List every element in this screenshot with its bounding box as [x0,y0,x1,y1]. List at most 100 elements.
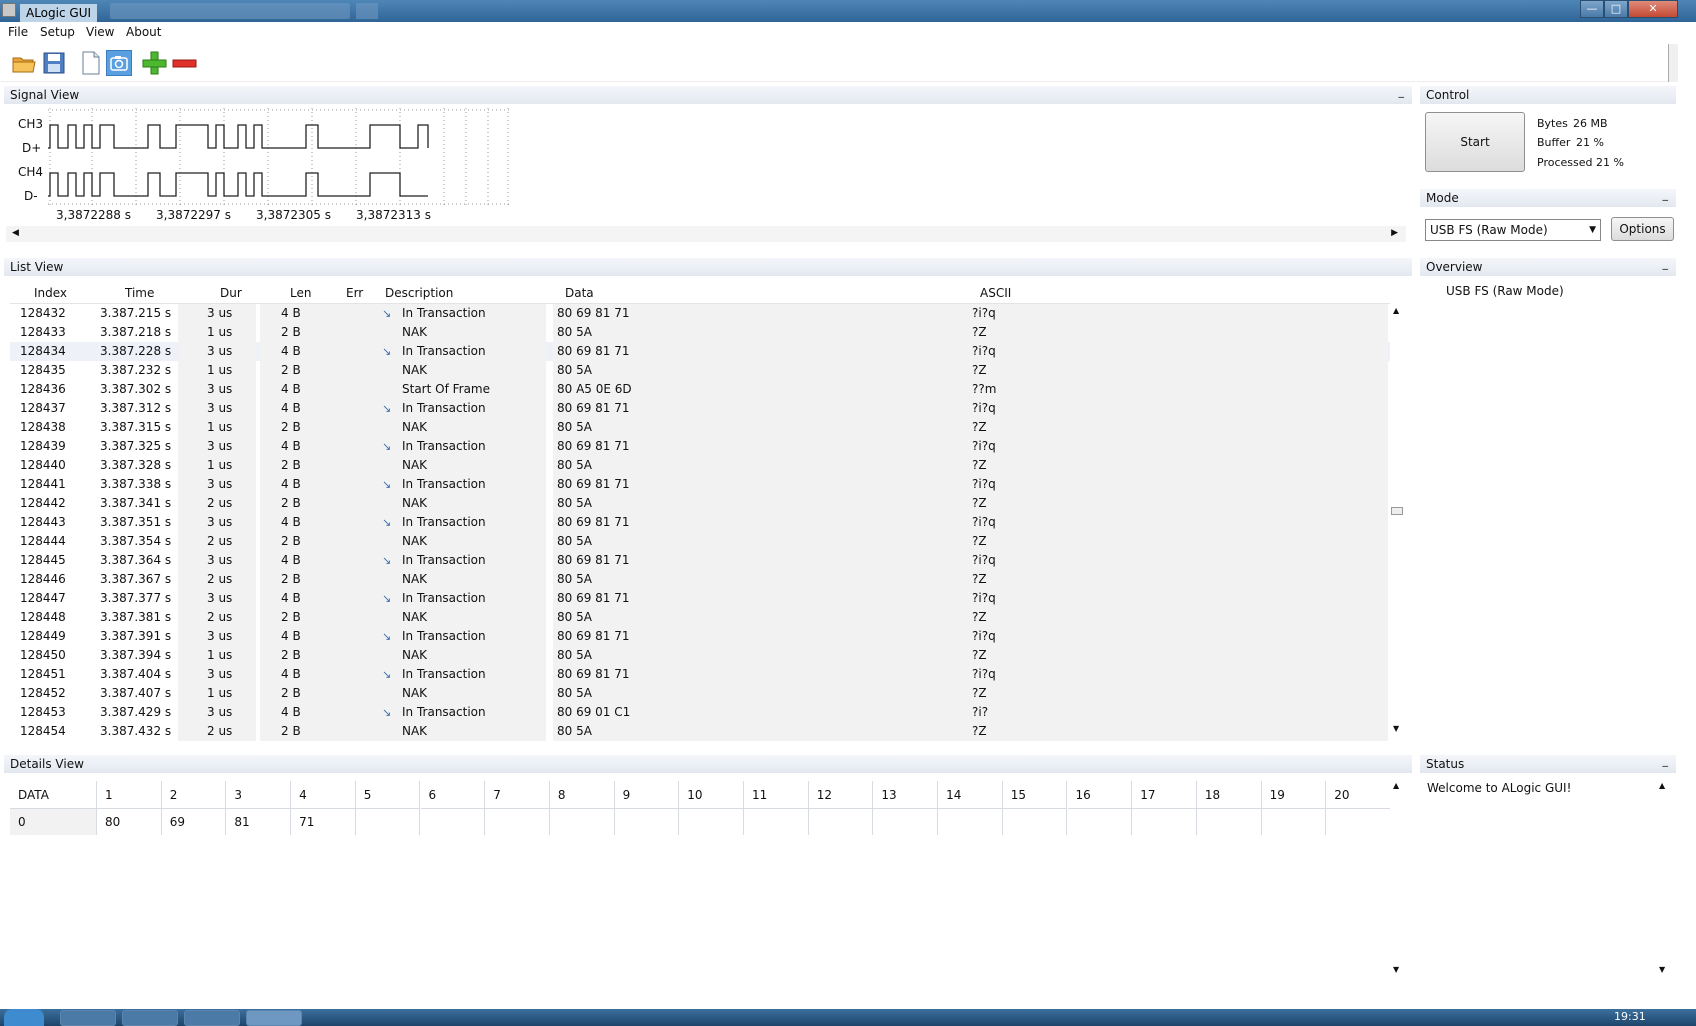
table-row[interactable]: 128454 3.387.432 s 2 us 2 B NAK 80 5A ?Z [10,722,1390,741]
explorer-task-icon[interactable] [60,1010,116,1026]
table-row[interactable]: ↘ 128437 3.387.312 s 3 us 4 B In Transaction 8… [10,399,1390,418]
waveform-display[interactable] [48,108,510,206]
column-header-err[interactable]: Err [346,286,363,306]
details-cell[interactable] [744,809,809,835]
table-row[interactable]: 128442 3.387.341 s 2 us 2 B NAK 80 5A ?Z [10,494,1390,513]
column-header-time[interactable]: Time [125,286,154,306]
scroll-up-icon[interactable]: ▲ [1393,306,1399,315]
table-row[interactable]: ↘ 128439 3.387.325 s 3 us 4 B In Transaction 8… [10,437,1390,456]
table-row[interactable]: ↘ 128445 3.387.364 s 3 us 4 B In Transaction 8… [10,551,1390,570]
add-channel-icon[interactable] [141,50,167,76]
new-document-icon[interactable] [78,50,104,76]
table-row[interactable]: 128440 3.387.328 s 1 us 2 B NAK 80 5A ?Z [10,456,1390,475]
mode-minimize[interactable]: _ [1663,186,1669,204]
details-cell[interactable] [1262,809,1327,835]
details-cell[interactable] [550,809,615,835]
paint-task-icon[interactable] [184,1010,240,1026]
snapshot-camera-icon[interactable] [106,50,132,76]
browser-task-icon[interactable] [122,1010,178,1026]
scroll-right-icon[interactable]: ▶ [1391,228,1398,238]
transaction-expand-icon[interactable]: ↘ [382,440,391,453]
details-cell[interactable] [485,809,550,835]
transaction-expand-icon[interactable]: ↘ [382,668,391,681]
table-row[interactable]: ↘ 128443 3.387.351 s 3 us 4 B In Transaction 8… [10,513,1390,532]
column-header-ascii[interactable]: ASCII [980,286,1011,306]
table-row[interactable]: 128435 3.387.232 s 1 us 2 B NAK 80 5A ?Z [10,361,1390,380]
mode-select[interactable]: USB FS (Raw Mode) ▼ [1425,219,1601,241]
minimize-window-icon[interactable]: — [1580,0,1604,18]
details-vertical-scrollbar[interactable]: ▲ ▼ [1390,779,1404,979]
details-cell[interactable] [356,809,421,835]
column-header-dur[interactable]: Dur [220,286,242,306]
details-cell[interactable]: 80 [97,809,162,835]
scroll-up-icon[interactable]: ▲ [1393,781,1399,790]
save-icon[interactable] [41,50,67,76]
app-icon[interactable] [2,3,16,17]
transaction-expand-icon[interactable]: ↘ [382,706,391,719]
open-folder-icon[interactable] [11,50,37,76]
transaction-expand-icon[interactable]: ↘ [382,478,391,491]
table-row[interactable]: 128438 3.387.315 s 1 us 2 B NAK 80 5A ?Z [10,418,1390,437]
signal-horizontal-scrollbar[interactable]: ◀ ▶ [6,226,1406,242]
table-row[interactable]: ↘ 128432 3.387.215 s 3 us 4 B In Transaction 8… [10,304,1390,323]
scroll-up-icon[interactable]: ▲ [1659,781,1665,790]
details-cell[interactable] [1326,809,1391,835]
details-cell[interactable]: 0 [10,809,97,835]
menu-view[interactable]: View [86,25,114,39]
list-vertical-scrollbar[interactable]: ▲ ▼ [1390,304,1404,736]
table-row[interactable]: 128436 3.387.302 s 3 us 4 B Start Of Frame 80… [10,380,1390,399]
table-row[interactable]: 128446 3.387.367 s 2 us 2 B NAK 80 5A ?Z [10,570,1390,589]
table-row[interactable]: 128433 3.387.218 s 1 us 2 B NAK 80 5A ?Z [10,323,1390,342]
table-row[interactable]: 128444 3.387.354 s 2 us 2 B NAK 80 5A ?Z [10,532,1390,551]
column-header-len[interactable]: Len [290,286,311,306]
table-row[interactable]: ↘ 128434 3.387.228 s 3 us 4 B In Transaction 8… [10,342,1390,361]
overview-minimize[interactable]: _ [1663,255,1669,273]
transaction-expand-icon[interactable]: ↘ [382,402,391,415]
column-header-data[interactable]: Data [565,286,594,306]
details-cell[interactable] [873,809,939,835]
status-vertical-scrollbar[interactable]: ▲ ▼ [1656,779,1670,979]
overview-item[interactable]: USB FS (Raw Mode) [1446,284,1564,298]
details-cell[interactable] [679,809,744,835]
transaction-expand-icon[interactable]: ↘ [382,307,391,320]
remove-channel-icon[interactable] [171,50,197,76]
transaction-expand-icon[interactable]: ↘ [382,345,391,358]
transaction-expand-icon[interactable]: ↘ [382,516,391,529]
scroll-left-icon[interactable]: ◀ [12,228,19,238]
close-window-icon[interactable]: ✕ [1628,0,1678,18]
table-row[interactable]: 128448 3.387.381 s 2 us 2 B NAK 80 5A ?Z [10,608,1390,627]
column-header-index[interactable]: Index [34,286,67,306]
details-cell[interactable] [421,809,486,835]
details-cell[interactable] [809,809,874,835]
transaction-expand-icon[interactable]: ↘ [382,554,391,567]
start-button[interactable]: Start [1425,112,1525,172]
details-cell[interactable] [1197,809,1262,835]
menu-about[interactable]: About [126,25,161,39]
details-cell[interactable]: 69 [162,809,227,835]
table-row[interactable]: ↘ 128441 3.387.338 s 3 us 4 B In Transaction 8… [10,475,1390,494]
details-cell[interactable] [615,809,680,835]
table-row[interactable]: ↘ 128453 3.387.429 s 3 us 4 B In Transaction 8… [10,703,1390,722]
table-row[interactable]: 128450 3.387.394 s 1 us 2 B NAK 80 5A ?Z [10,646,1390,665]
transaction-expand-icon[interactable]: ↘ [382,592,391,605]
start-menu-icon[interactable] [4,1009,44,1026]
table-row[interactable]: 128452 3.387.407 s 1 us 2 B NAK 80 5A ?Z [10,684,1390,703]
scroll-down-icon[interactable]: ▼ [1659,965,1665,974]
scroll-thumb[interactable] [1391,507,1403,515]
alogic-task-icon[interactable] [246,1010,302,1026]
status-minimize[interactable]: _ [1663,752,1669,770]
signal-view-minimize[interactable]: _ [1399,83,1405,101]
scroll-down-icon[interactable]: ▼ [1393,724,1399,733]
menu-setup[interactable]: Setup [40,25,75,39]
table-row[interactable]: ↘ 128447 3.387.377 s 3 us 4 B In Transaction 8… [10,589,1390,608]
options-button[interactable]: Options [1611,217,1674,241]
details-cell[interactable] [1068,809,1133,835]
details-cell[interactable]: 81 [226,809,292,835]
menu-file[interactable]: File [8,25,28,39]
details-cell[interactable]: 71 [291,809,356,835]
details-cell[interactable] [1003,809,1068,835]
table-row[interactable]: ↘ 128449 3.387.391 s 3 us 4 B In Transaction 8… [10,627,1390,646]
maximize-window-icon[interactable]: □ [1604,0,1628,18]
transaction-expand-icon[interactable]: ↘ [382,630,391,643]
column-header-description[interactable]: Description [385,286,453,306]
